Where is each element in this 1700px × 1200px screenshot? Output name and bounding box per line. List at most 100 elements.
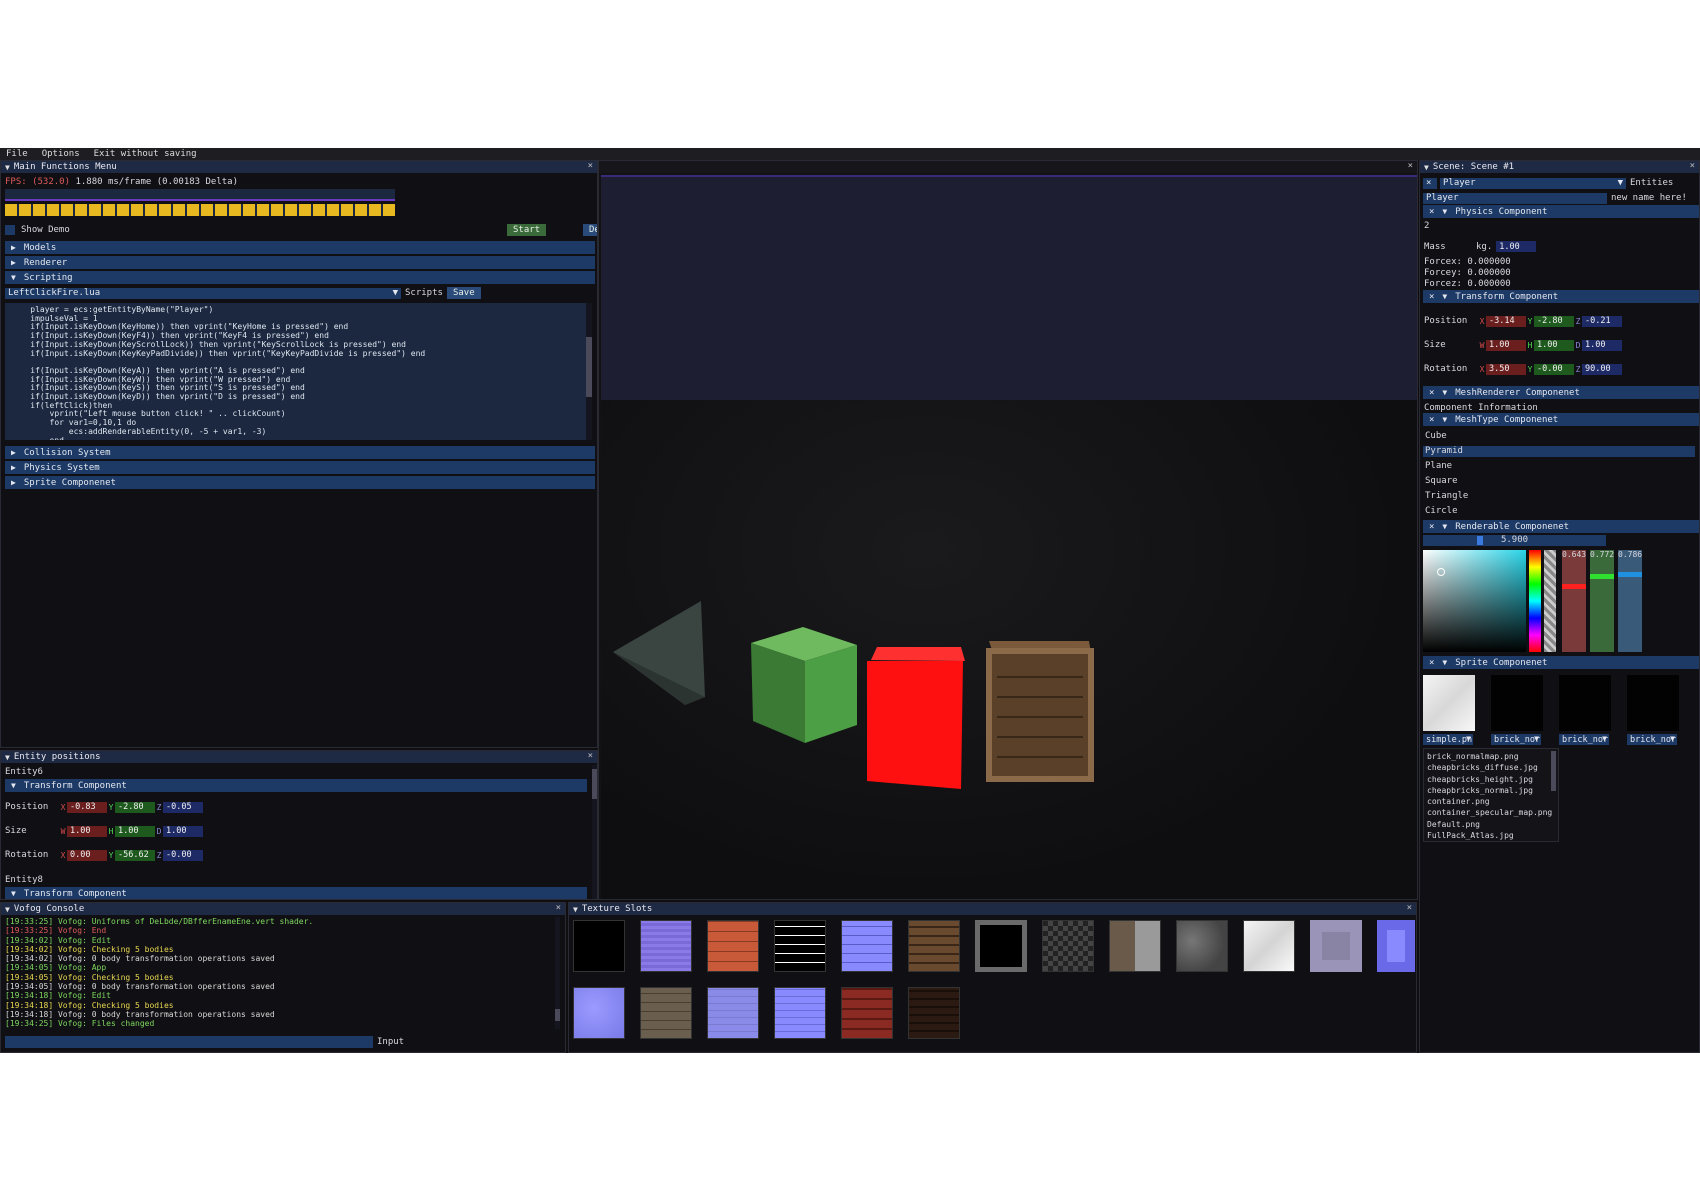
size-w-input[interactable]: 1.00 [1486,339,1526,351]
color-picker-square[interactable] [1423,550,1526,652]
remove-component-icon[interactable]: × [1429,207,1434,217]
entity-name-input[interactable]: Player [1423,192,1607,204]
texture-slot-normal-noise[interactable] [640,920,692,972]
save-script-button[interactable]: Save [446,287,481,299]
menu-file[interactable]: File [6,149,28,159]
hue-bar[interactable] [1529,550,1541,652]
transform-component-header[interactable]: ▼ Transform Component [5,779,587,792]
size-d-input[interactable]: 1.00 [163,825,203,837]
mass-input[interactable]: 1.00 [1496,241,1537,252]
size-h-input[interactable]: 1.00 [1534,339,1574,351]
transform-component-header[interactable]: × ▼ Transform Component [1423,290,1699,303]
position-x-input[interactable]: -0.83 [67,801,107,813]
alpha-bar[interactable] [1544,550,1556,652]
sprite-select-4[interactable]: brick_nor ▼ [1627,734,1677,745]
sprite-select-3[interactable]: brick_nor ▼ [1559,734,1609,745]
scene-viewport[interactable]: × [598,160,1418,900]
close-icon[interactable]: × [1407,903,1412,913]
texture-option[interactable]: Default.png [1427,819,1555,830]
texture-option[interactable]: cheapbricks_height.jpg [1427,774,1555,785]
rotation-y-input[interactable]: -0.00 [1534,363,1574,375]
meshtype-header[interactable]: × ▼ MeshType Componenet [1423,413,1699,426]
position-z-input[interactable]: -0.05 [163,801,203,813]
renderer-header[interactable]: ▶ Renderer [5,256,595,269]
collapse-icon[interactable]: ▼ [5,753,10,762]
script-editor[interactable]: player = ecs:getEntityByName("Player") i… [5,303,587,440]
texture-slot-normal-brick[interactable] [841,920,893,972]
texture-slot-normal-stone[interactable] [573,987,625,1039]
texture-slot-red-brick[interactable] [707,920,759,972]
texture-slot-marble-dark[interactable] [1176,920,1228,972]
console-scrollbar[interactable] [555,917,560,1029]
mesh-option-circle[interactable]: Circle [1423,506,1695,521]
collision-system-header[interactable]: ▶ Collision System [5,446,595,459]
remove-component-icon[interactable]: × [1429,292,1434,302]
size-d-input[interactable]: 1.00 [1582,339,1622,351]
green-channel[interactable]: 0.772 [1590,550,1614,652]
renderable-slider[interactable]: 5.900 [1423,535,1606,546]
mesh-option-pyramid[interactable]: Pyramid [1423,446,1695,457]
collapse-icon[interactable]: ▼ [1424,163,1429,172]
texture-option[interactable]: container.png [1427,796,1555,807]
texture-slot-black[interactable] [573,920,625,972]
sprite-componenet-header[interactable]: ▶ Sprite Componenet [5,476,595,489]
remove-component-icon[interactable]: × [1429,415,1434,425]
remove-component-icon[interactable]: × [1429,522,1434,532]
texture-slot-dark-brick[interactable] [841,987,893,1039]
start-button[interactable]: Start [507,223,547,236]
texture-slot-wood[interactable] [908,920,960,972]
physics-system-header[interactable]: ▶ Physics System [5,461,595,474]
red-channel[interactable]: 0.643 [1562,550,1586,652]
sprite-select-2[interactable]: brick_nor ▼ [1491,734,1541,745]
slider-grab[interactable] [1477,536,1483,545]
texture-slot-bw-brick[interactable] [774,920,826,972]
remove-component-icon[interactable]: × [1429,388,1434,398]
console-input[interactable] [5,1036,373,1048]
size-h-input[interactable]: 1.00 [115,825,155,837]
show-demo-checkbox[interactable] [5,224,15,235]
texture-option[interactable]: brick_normalmap.png [1427,751,1555,762]
renderable-header[interactable]: × ▼ Renderable Componenet [1423,520,1699,533]
texture-slot-frame[interactable] [975,920,1027,972]
texture-option[interactable]: FullPack_Atlas.jpg [1427,830,1555,841]
mesh-option-triangle[interactable]: Triangle [1423,491,1695,506]
entity-select[interactable]: Player ▼ [1440,177,1626,189]
collapse-icon[interactable]: ▼ [573,905,578,914]
rotation-y-input[interactable]: -56.62 [115,849,155,861]
mesh-option-square[interactable]: Square [1423,476,1695,491]
sprite-texture-1[interactable] [1423,675,1475,731]
close-icon[interactable]: × [1690,161,1695,171]
menu-options[interactable]: Options [42,149,80,159]
color-picker-cursor[interactable] [1437,568,1445,576]
entity-positions-titlebar[interactable]: ▼ Entity positions × [1,751,597,763]
mesh-option-plane[interactable]: Plane [1423,461,1695,476]
texture-slot-normal-wall-2[interactable] [774,987,826,1039]
sprite-texture-3[interactable] [1559,675,1611,731]
debug-button[interactable]: Deb [583,223,597,236]
script-scrollbar[interactable] [586,303,592,440]
collapse-icon[interactable]: ▼ [5,905,10,914]
position-y-input[interactable]: -2.80 [1534,315,1574,327]
scripting-header[interactable]: ▼ Scripting [5,271,595,284]
mesh-option-cube[interactable]: Cube [1423,431,1695,446]
rotation-z-input[interactable]: 90.00 [1582,363,1622,375]
texture-option[interactable]: container_specular_map.png [1427,807,1555,818]
sprite-texture-4[interactable] [1627,675,1679,731]
rotation-z-input[interactable]: -0.00 [163,849,203,861]
entity-positions-scrollbar[interactable] [592,765,597,899]
texture-slot-stone-wall[interactable] [640,987,692,1039]
texture-slots-titlebar[interactable]: ▼ Texture Slots × [569,903,1416,915]
console-titlebar[interactable]: ▼ Vofog Console × [1,903,565,915]
menu-exit[interactable]: Exit without saving [94,149,197,159]
models-header[interactable]: ▶ Models [5,241,595,254]
texture-list-scrollbar[interactable] [1551,751,1556,791]
position-z-input[interactable]: -0.21 [1582,315,1622,327]
sprite-componenet-header[interactable]: × ▼ Sprite Componenet [1423,656,1699,669]
scene-titlebar[interactable]: ▼ Scene: Scene #1 × [1420,161,1699,173]
size-w-input[interactable]: 1.00 [67,825,107,837]
close-icon[interactable]: × [556,903,561,913]
close-icon[interactable]: × [588,161,593,171]
collapse-icon[interactable]: ▼ [5,163,10,172]
texture-slot-checker[interactable] [1042,920,1094,972]
texture-option[interactable]: cheapbricks_normal.jpg [1427,785,1555,796]
